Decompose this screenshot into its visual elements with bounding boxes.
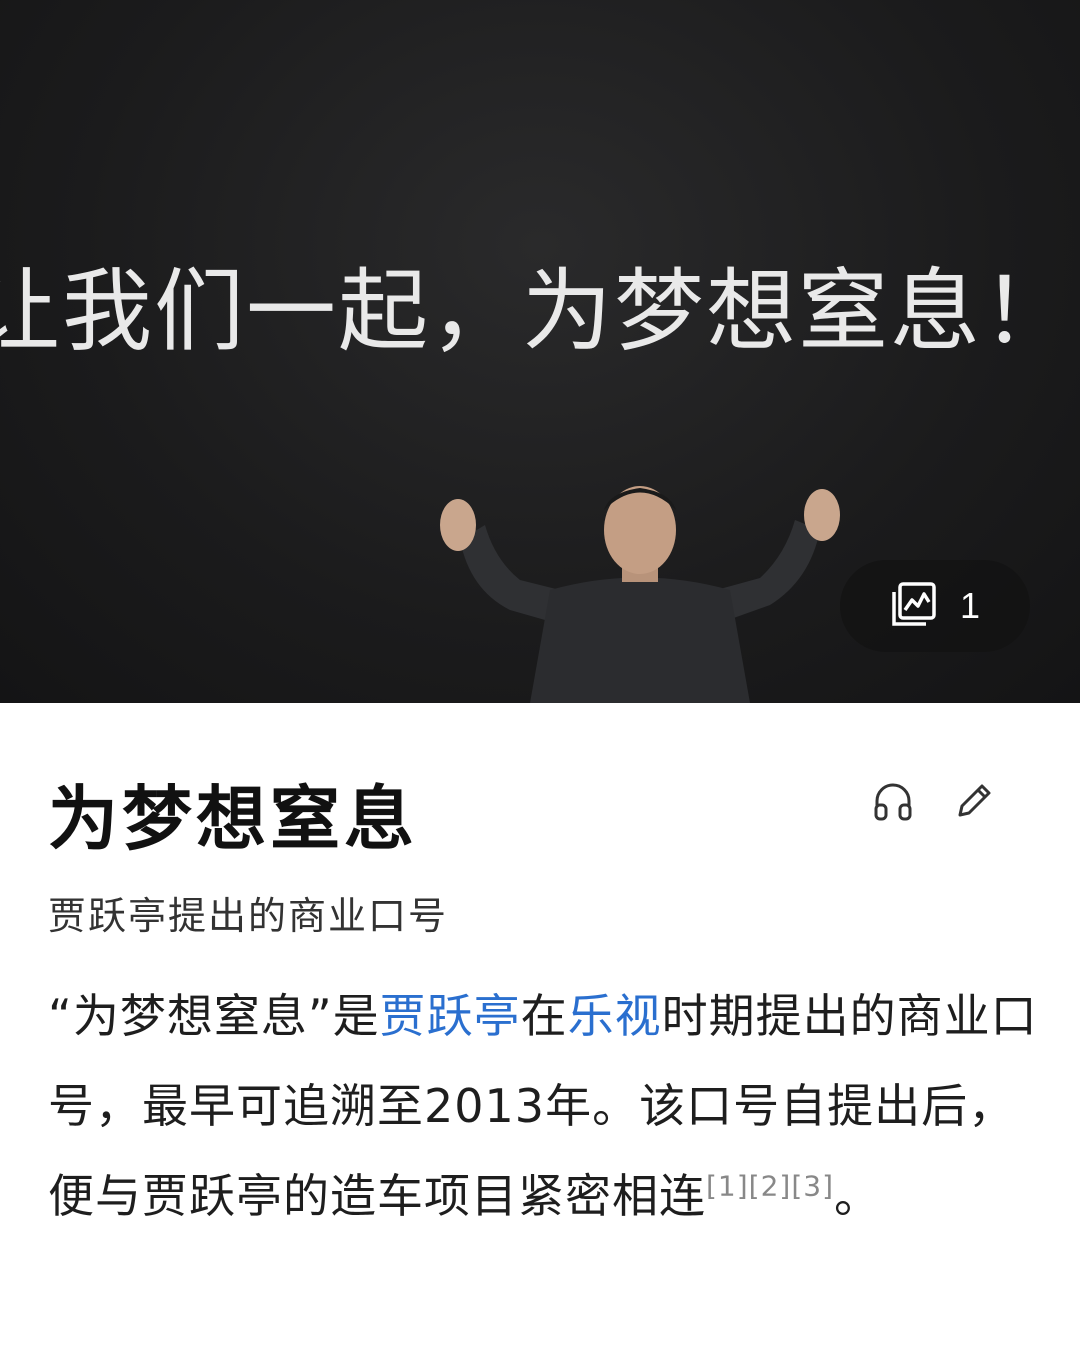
paragraph-text: “为梦想窒息”是: [48, 989, 380, 1043]
headphones-icon: [874, 783, 912, 821]
edit-button[interactable]: [950, 777, 998, 825]
listen-button[interactable]: [869, 777, 917, 825]
hero-image[interactable]: 让我们一起，为梦想窒息！ 1: [0, 0, 1080, 703]
article-content: 为梦想窒息 贾跃亭提出的商业口号 “为梦想窒息”是贾跃亭在乐视时期提出的商业口号…: [0, 703, 1080, 1366]
gallery-count: 1: [959, 585, 981, 626]
article-paragraph: “为梦想窒息”是贾跃亭在乐视时期提出的商业口号，最早可追溯至2013年。该口号自…: [48, 971, 1038, 1241]
speaker-figure: [440, 486, 840, 703]
article-title: 为梦想窒息: [48, 778, 418, 860]
pencil-icon: [958, 784, 991, 817]
reference-1[interactable]: [1]: [706, 1170, 749, 1203]
paragraph-text: 。: [834, 1169, 882, 1223]
gallery-count-button[interactable]: 1: [840, 560, 1030, 652]
link-leshi[interactable]: 乐视: [568, 989, 662, 1043]
paragraph-text: 在: [520, 989, 568, 1043]
image-gallery-icon: [890, 580, 938, 632]
link-jia-yueting[interactable]: 贾跃亭: [380, 989, 521, 1043]
article-subtitle: 贾跃亭提出的商业口号: [48, 894, 449, 938]
hero-slogan-text: 让我们一起，为梦想窒息！: [0, 259, 1074, 364]
reference-2[interactable]: [2]: [749, 1170, 792, 1203]
reference-3[interactable]: [3]: [791, 1170, 834, 1203]
